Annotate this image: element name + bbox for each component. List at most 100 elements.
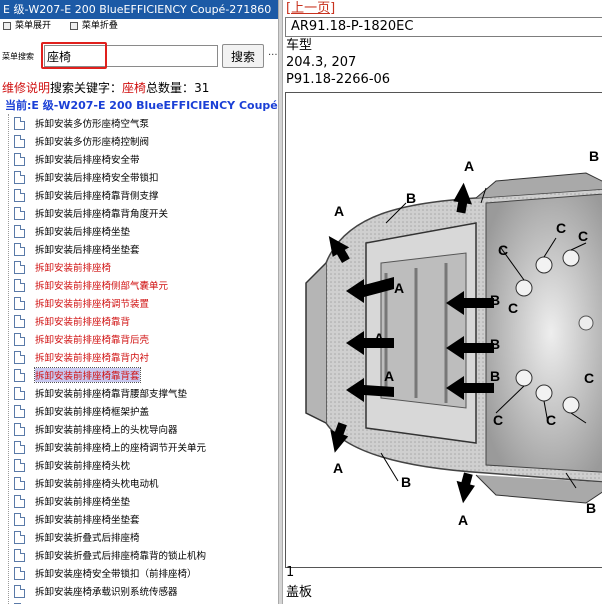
callout-label: B (490, 292, 500, 308)
collapse-icon (69, 22, 78, 30)
tree-item[interactable]: 拆卸安装折叠式后排座椅靠背的锁止机构 (14, 546, 278, 564)
callout-label: C (556, 220, 566, 236)
tree-item[interactable]: 拆卸安装前排座椅靠背套 (14, 366, 278, 384)
document-icon (14, 170, 25, 184)
legend-number: 1 (286, 565, 295, 580)
tree-item[interactable]: 拆卸安装前排座椅坐垫套 (14, 510, 278, 528)
document-icon (14, 296, 25, 310)
tree-item-label: 拆卸安装前排座椅靠背内衬 (35, 353, 150, 364)
search-row: 菜单搜索 搜索 ... (0, 33, 278, 69)
tree-item[interactable]: 拆卸安装折叠式后排座椅 (14, 528, 278, 546)
callout-label: B (406, 190, 416, 206)
callout-label: C (493, 412, 503, 428)
tree-item[interactable]: 拆卸安装前排座椅靠背内衬 (14, 348, 278, 366)
tree-item[interactable]: 拆卸安装座椅安全带锁扣（前排座椅） (14, 564, 278, 582)
tree-item[interactable]: 拆卸安装多仿形座椅空气泵 (14, 114, 278, 132)
search-more-button[interactable]: ... (268, 47, 278, 58)
tree-item-label: 拆卸安装前排座椅 (35, 263, 112, 274)
tree-connector (8, 114, 9, 604)
document-icon (14, 494, 25, 508)
search-button[interactable]: 搜索 (222, 44, 264, 68)
document-icon (14, 278, 25, 292)
tree-item-label: 拆卸安装后排座椅靠背侧支撑 (35, 191, 159, 202)
tree-item[interactable]: 拆卸安装前排座椅靠背腰部支撑气垫 (14, 384, 278, 402)
document-icon (14, 512, 25, 526)
callout-label: C (578, 228, 588, 244)
summary-count-label: 总数量： (146, 81, 195, 95)
tree-item[interactable]: 拆卸安装前排座椅 (14, 258, 278, 276)
document-icon (14, 440, 25, 454)
document-icon (14, 368, 25, 382)
tree-item-label: 拆卸安装后排座椅靠背角度开关 (35, 209, 169, 220)
figure-illustration: AABBCCCAAABBBCCCCABAB (285, 92, 602, 568)
result-tree: 拆卸安装多仿形座椅空气泵 拆卸安装多仿形座椅控制阀 拆卸安装后排座椅安全带 拆卸安装后… (0, 114, 278, 604)
document-icon (14, 548, 25, 562)
tree-item-label: 拆卸安装后排座椅安全带锁扣 (35, 173, 159, 184)
vehicle-title-bar: E 级-W207-E 200 BlueEFFICIENCY Coupé-2718… (0, 0, 278, 19)
document-icon (14, 134, 25, 148)
tree-item-label: 拆卸安装座椅安全带锁扣（前排座椅） (35, 569, 197, 580)
previous-page-link[interactable]: [上一页] (283, 0, 602, 17)
tree-item[interactable]: 拆卸安装前排座椅靠背 (14, 312, 278, 330)
tree-item[interactable]: 拆卸安装前排座椅头枕电动机 (14, 474, 278, 492)
tree-item-label: 拆卸安装折叠式后排座椅靠背的锁止机构 (35, 551, 207, 562)
document-icon (14, 458, 25, 472)
summary-count: 31 (194, 81, 210, 95)
callout-label: A (458, 512, 468, 528)
current-node[interactable]: 当前:E 级-W207-E 200 BlueEFFICIENCY Coupé-2… (0, 97, 278, 114)
tree-item[interactable]: 拆卸安装前排座椅调节装置 (14, 294, 278, 312)
tree-item-label: 拆卸安装前排座椅侧部气囊单元 (35, 281, 169, 292)
callout-label: C (498, 242, 508, 258)
figure-id: P91.18-2266-06 (286, 72, 391, 87)
callout-label: A (384, 368, 394, 384)
search-input[interactable] (44, 45, 218, 67)
tree-item[interactable]: 拆卸安装多仿形座椅控制阀 (14, 132, 278, 150)
tree-item[interactable]: 拆卸安装前排座椅靠背后壳 (14, 330, 278, 348)
navigation-pane: E 级-W207-E 200 BlueEFFICIENCY Coupé-2718… (0, 0, 278, 604)
tree-item-label: 拆卸安装前排座椅靠背 (35, 317, 131, 328)
document-icon (14, 188, 25, 202)
callout-label: A (374, 330, 384, 346)
tree-item[interactable]: 拆卸安装前排座椅上的座椅调节开关单元 (14, 438, 278, 456)
expand-menu-button[interactable]: 菜单展开 (3, 19, 51, 33)
tree-item[interactable]: 拆卸安装座椅承载识别系统传感器 (14, 582, 278, 600)
callout-label: C (546, 412, 556, 428)
tree-item[interactable]: 拆卸安装后排座椅靠背侧支撑 (14, 186, 278, 204)
callout-label: A (394, 280, 404, 296)
document-icon (14, 422, 25, 436)
tree-item-label: 拆卸安装前排座椅靠背腰部支撑气垫 (35, 389, 188, 400)
tree-item[interactable]: 拆卸安装后排座椅坐垫套 (14, 240, 278, 258)
document-icon (14, 566, 25, 580)
summary-keyword: 座椅 (122, 81, 147, 95)
tree-item[interactable]: 拆卸安装前排座椅头枕 (14, 456, 278, 474)
document-icon (14, 116, 25, 130)
menu-toggle-row: 菜单展开 菜单折叠 (0, 19, 278, 33)
tree-item[interactable]: 拆卸安装前排座椅上的头枕导向器 (14, 420, 278, 438)
seat-frame-diagram: AABBCC CAAABBBCC CCABAB (286, 93, 602, 567)
tree-item[interactable]: 拆卸安装后排座椅坐垫 (14, 222, 278, 240)
tree-item-label: 拆卸安装多仿形座椅控制阀 (35, 137, 150, 148)
collapse-menu-button[interactable]: 菜单折叠 (69, 19, 118, 33)
callout-label: B (490, 368, 500, 384)
tree-item-label: 拆卸安装多仿形座椅空气泵 (35, 119, 150, 130)
tree-item-label: 拆卸安装前排座椅框架护盖 (35, 407, 150, 418)
tree-item[interactable]: 拆卸安装座椅调节控制器 (14, 600, 278, 604)
document-id: AR91.18-P-1820EC (285, 17, 602, 37)
document-icon (14, 314, 25, 328)
callout-label: C (508, 300, 518, 316)
tree-item-label: 拆卸安装前排座椅头枕 (35, 461, 131, 472)
document-icon (14, 152, 25, 166)
model-value: 204.3, 207 (286, 55, 357, 70)
document-icon (14, 224, 25, 238)
tree-item[interactable]: 拆卸安装后排座椅靠背角度开关 (14, 204, 278, 222)
document-icon (14, 206, 25, 220)
search-summary: 维修说明搜索关键字：座椅总数量：31 (0, 79, 278, 97)
tree-item[interactable]: 拆卸安装前排座椅侧部气囊单元 (14, 276, 278, 294)
document-icon (14, 332, 25, 346)
tree-item[interactable]: 拆卸安装后排座椅安全带 (14, 150, 278, 168)
tree-item[interactable]: 拆卸安装后排座椅安全带锁扣 (14, 168, 278, 186)
tree-item[interactable]: 拆卸安装前排座椅坐垫 (14, 492, 278, 510)
tree-item-label: 拆卸安装前排座椅坐垫 (35, 497, 131, 508)
tree-item[interactable]: 拆卸安装前排座椅框架护盖 (14, 402, 278, 420)
search-label: 菜单搜索 (2, 52, 34, 61)
